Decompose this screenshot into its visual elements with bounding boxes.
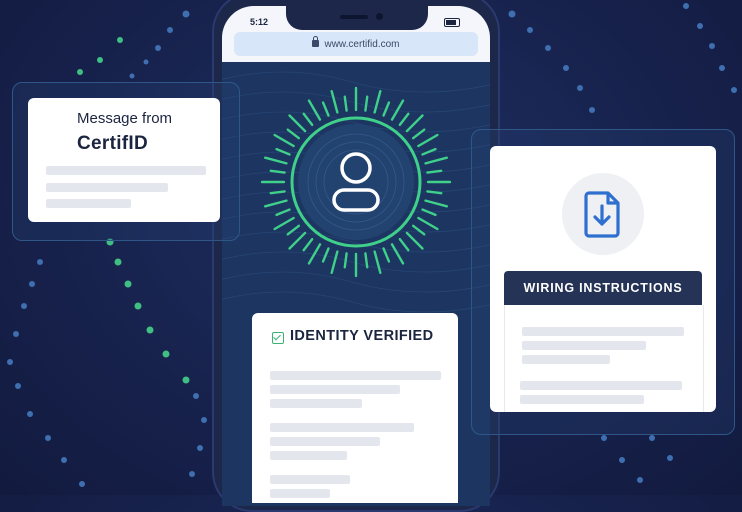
url-text: www.certifid.com [324, 38, 400, 50]
scan-ray [421, 208, 437, 217]
check-icon [272, 332, 284, 344]
battery-icon [444, 18, 460, 27]
speaker [340, 15, 368, 19]
scan-ray [373, 90, 382, 114]
scan-ray [288, 231, 307, 250]
phone-notch [286, 6, 428, 30]
scan-ray [382, 247, 391, 263]
identity-scan-graphic [260, 86, 452, 278]
text-placeholder [270, 437, 380, 446]
scan-ray [302, 237, 314, 252]
scan-ray [269, 190, 286, 195]
scan-ray [411, 128, 426, 140]
scan-ray [264, 156, 288, 165]
text-placeholder [46, 166, 206, 175]
scan-ray [330, 250, 339, 274]
address-bar[interactable]: www.certifid.com [234, 32, 478, 56]
wiring-instructions-card[interactable]: WIRING INSTRUCTIONS [490, 146, 716, 412]
scan-ray [343, 252, 348, 269]
lock-icon [312, 35, 320, 47]
text-placeholder [270, 489, 330, 498]
text-placeholder [520, 381, 682, 390]
text-placeholder [270, 399, 362, 408]
identity-verified-title: IDENTITY VERIFIED [290, 328, 434, 344]
text-placeholder [46, 199, 131, 208]
scan-ray [364, 95, 369, 112]
scan-ray [307, 99, 322, 121]
scan-ray [417, 216, 439, 231]
text-placeholder [270, 475, 350, 484]
scan-ray [286, 224, 301, 236]
scan-ray [273, 216, 295, 231]
text-placeholder [270, 451, 347, 460]
document-download-icon [584, 191, 620, 238]
scan-ray [269, 169, 286, 174]
status-bar: 5:12 www.certifid.com [222, 6, 490, 62]
identity-verified-card[interactable]: IDENTITY VERIFIED [252, 313, 458, 503]
scan-ray [264, 199, 288, 208]
text-placeholder [270, 371, 441, 380]
scan-ray [288, 114, 307, 133]
scan-ray [426, 190, 443, 195]
scan-ray [405, 231, 424, 250]
scan-ray [411, 224, 426, 236]
scan-ray [390, 243, 405, 265]
scan-ray [421, 147, 437, 156]
status-time: 5:12 [250, 17, 269, 27]
text-placeholder [522, 341, 646, 350]
scan-ray [390, 99, 405, 121]
scan-ray [373, 250, 382, 274]
scan-ray [405, 114, 424, 133]
scan-ray [424, 199, 448, 208]
message-card[interactable]: Message from CertifID [28, 98, 220, 222]
scan-ray [307, 243, 322, 265]
text-placeholder [522, 327, 684, 336]
scan-ray [398, 112, 410, 127]
text-placeholder [270, 385, 400, 394]
text-placeholder [46, 183, 168, 192]
scan-ray [424, 156, 448, 165]
scan-ray [321, 247, 330, 263]
text-placeholder [270, 423, 414, 432]
camera [376, 13, 383, 20]
wiring-instructions-header: WIRING INSTRUCTIONS [504, 271, 702, 305]
scan-ray [273, 133, 295, 148]
text-placeholder [522, 355, 610, 364]
scan-ray [382, 101, 391, 117]
scan-ray [417, 133, 439, 148]
scan-ray [275, 147, 291, 156]
message-label: Message from [77, 110, 173, 127]
scan-ray [364, 252, 369, 269]
scan-ray [302, 112, 314, 127]
document-badge [562, 173, 644, 255]
scan-ray [321, 101, 330, 117]
scan-ray [330, 90, 339, 114]
scan-ray [426, 169, 443, 174]
scan-ray [275, 208, 291, 217]
scan-ray [343, 95, 348, 112]
text-placeholder [520, 395, 644, 404]
scan-ray [286, 128, 301, 140]
brand-name: CertifID [77, 133, 149, 154]
scan-ray [398, 237, 410, 252]
